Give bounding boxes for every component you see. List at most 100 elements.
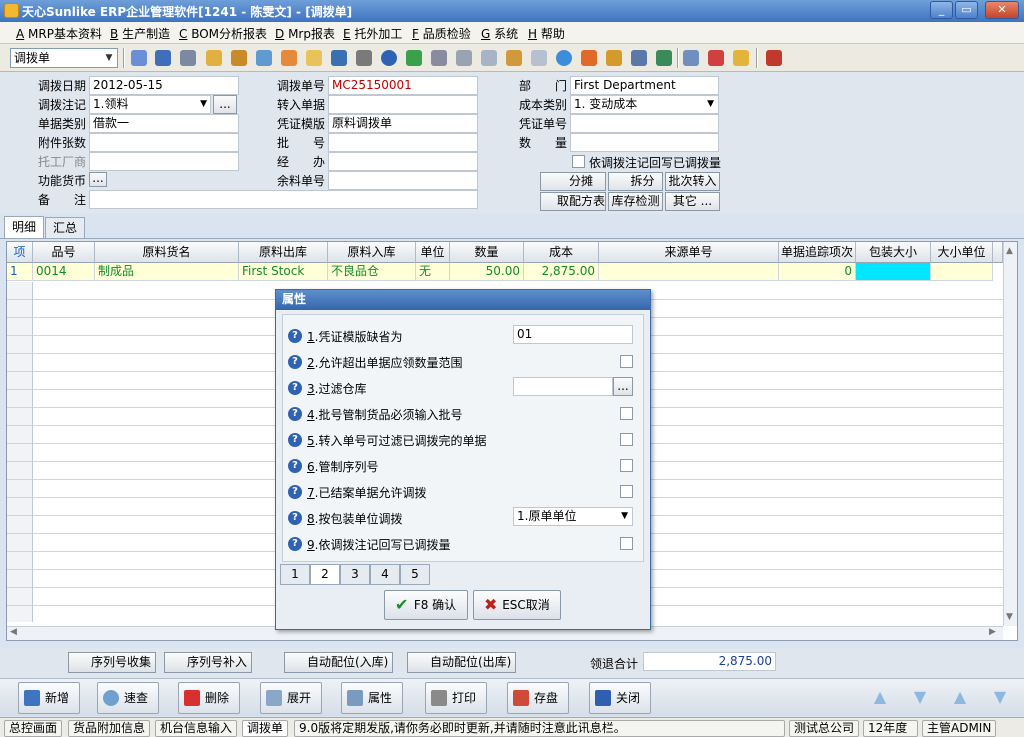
writeback-checkbox[interactable] [572,155,585,168]
refresh-icon[interactable] [656,50,672,66]
doc-type-select[interactable]: 调拨单 ▼ [10,48,118,68]
menu-mrp-basic[interactable]: A MRP基本资料 [16,25,102,42]
col-in[interactable]: 原料入库 [328,242,416,263]
handler-field[interactable] [328,152,478,171]
delete-button[interactable]: 删除 [178,682,240,714]
col-unit[interactable]: 单位 [416,242,450,263]
mail-icon[interactable] [306,50,322,66]
menu-quality[interactable]: F 品质检验 [412,25,471,42]
menu-outsourcing[interactable]: E 托外加工 [343,25,402,42]
page-tab-2[interactable]: 2 [310,564,340,585]
page-tab-1[interactable]: 1 [280,564,310,585]
add-button[interactable]: 新增 [18,682,80,714]
col-pack[interactable]: 包装大小 [856,242,931,263]
menu-system[interactable]: G 系统 [481,25,518,42]
serial-collect-button[interactable]: 序列号收集 [68,652,157,673]
prop-1-input[interactable]: 01 [513,325,633,344]
close-button[interactable]: 关闭 [589,682,651,714]
calculator-icon[interactable] [481,50,497,66]
rest-no-field[interactable] [328,171,478,190]
transfer-in-field[interactable] [328,95,478,114]
exit-icon[interactable] [766,50,782,66]
serial-supplement-button[interactable]: 序列号补入 [164,652,253,673]
print-button[interactable]: 打印 [425,682,487,714]
status-tab-transfer[interactable]: 调拨单 [242,720,289,737]
scroll-down-icon[interactable]: ▼ [1006,612,1013,622]
remark-field[interactable] [89,190,478,209]
status-tab-goods[interactable]: 货品附加信息 [68,720,151,737]
ok-button[interactable]: ✔ F8 确认 [384,590,468,620]
col-cost[interactable]: 成本 [524,242,599,263]
arrow-up-icon[interactable]: ▲ [862,682,898,714]
check-circle-icon[interactable] [556,50,572,66]
split-button[interactable]: 分摊 [540,172,606,191]
cell-src[interactable] [599,263,779,281]
prop-4-checkbox[interactable] [620,407,633,420]
close-window-button[interactable]: ✕ [985,1,1019,19]
cost-type-select[interactable]: 1. 变动成本 ▼ [570,95,719,114]
currency-lookup-button[interactable]: ... [89,172,107,187]
prop-3-input[interactable] [513,377,613,396]
cell-qty[interactable]: 50.00 [450,263,524,281]
properties-button[interactable]: 属性 [341,682,403,714]
date-field[interactable]: 2012-05-15 [89,76,239,95]
scroll-left-icon[interactable]: ◀ [10,627,17,637]
users-icon[interactable] [281,50,297,66]
tree-icon[interactable] [131,50,147,66]
minimize-button[interactable]: _ [930,1,953,19]
key-icon[interactable] [356,50,372,66]
arrow-down-icon[interactable]: ▼ [902,682,938,714]
col-qty[interactable]: 数量 [450,242,524,263]
auto-locate-out-button[interactable]: 自动配位(出库) [407,652,517,673]
menu-help[interactable]: H 帮助 [528,25,565,42]
restore-button[interactable]: ▭ [955,1,978,19]
database-icon[interactable] [506,50,522,66]
voucher-field[interactable] [570,114,719,133]
dollar-icon[interactable] [406,50,422,66]
col-track[interactable]: 单据追踪项次 [779,242,856,263]
prop-2-checkbox[interactable] [620,355,633,368]
prop-6-checkbox[interactable] [620,459,633,472]
menu-mrp-report[interactable]: D Mrp报表 [275,25,335,42]
cell-track[interactable]: 0 [779,263,856,281]
fire-icon[interactable] [581,50,597,66]
cell-code[interactable]: 0014 [33,263,95,281]
doctype-field[interactable]: 借款一 [89,114,239,133]
other-button[interactable]: 其它 ... [665,192,720,211]
document-icon[interactable] [456,50,472,66]
cart-icon[interactable] [431,50,447,66]
col-code[interactable]: 品号 [33,242,95,263]
attach-field[interactable] [89,133,239,152]
user-icon[interactable] [180,50,196,66]
note-lookup-button[interactable]: ... [213,95,237,114]
briefcase-icon[interactable] [231,50,247,66]
lock-icon[interactable] [206,50,222,66]
scroll-right-icon[interactable]: ▶ [989,627,996,637]
page-tab-3[interactable]: 3 [340,564,370,585]
cell-out[interactable]: First Stock [239,263,328,281]
arrow-bottom-icon[interactable]: ▼ [982,682,1018,714]
tab-detail[interactable]: 明细 [4,216,44,239]
cell-pack[interactable] [856,263,931,281]
page-tab-5[interactable]: 5 [400,564,430,585]
screen-icon[interactable] [631,50,647,66]
status-tab-main[interactable]: 总控画面 [4,720,63,737]
auto-locate-in-button[interactable]: 自动配位(入库) [284,652,394,673]
close-doc-icon[interactable] [708,50,724,66]
apart-button[interactable]: 拆分 [608,172,663,191]
arrow-top-icon[interactable]: ▲ [942,682,978,714]
vendor-field[interactable] [89,152,239,171]
window-icon[interactable] [683,50,699,66]
stock-check-button[interactable]: 库存检测 [608,192,663,211]
cell-packunit[interactable] [931,263,993,281]
dept-field[interactable]: First Department [570,76,719,95]
cancel-button[interactable]: ✖ ESC取消 [473,590,561,620]
prop-7-checkbox[interactable] [620,485,633,498]
batch-field[interactable] [328,133,478,152]
copy-icon[interactable] [531,50,547,66]
quick-search-button[interactable]: 速查 [97,682,159,714]
scroll-up-icon[interactable]: ▲ [1006,246,1013,256]
cell-cost[interactable]: 2,875.00 [524,263,599,281]
book-icon[interactable] [331,50,347,66]
prop-8-select[interactable]: 1.原单单位 ▼ [513,507,633,526]
